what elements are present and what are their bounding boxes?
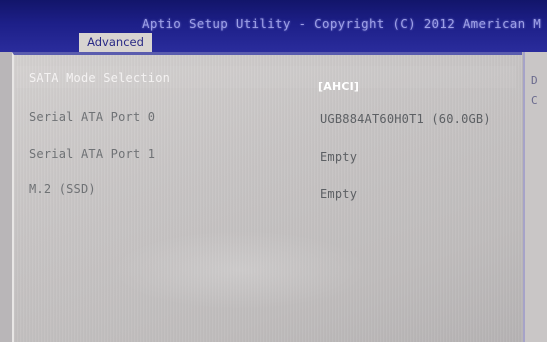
help-text-fragment: D (531, 74, 538, 87)
setting-value-sata-port-1: Empty (320, 150, 358, 164)
setting-label-m2-ssd: M.2 (SSD) (29, 182, 96, 196)
setting-label-sata-mode: SATA Mode Selection (29, 71, 171, 85)
window-title: Aptio Setup Utility - Copyright (C) 2012… (142, 16, 542, 31)
bios-screen: Aptio Setup Utility - Copyright (C) 2012… (0, 0, 547, 342)
setting-label-sata-port-0: Serial ATA Port 0 (29, 110, 156, 124)
title-bar: Aptio Setup Utility - Copyright (C) 2012… (0, 0, 547, 52)
settings-panel (12, 52, 522, 342)
setting-value-m2-ssd: Empty (320, 187, 358, 201)
help-text-fragment: C (531, 94, 538, 107)
setting-value-sata-mode[interactable]: [AHCI] (318, 80, 359, 93)
setting-value-sata-port-0: UGB884AT60H0T1 (60.0GB) (320, 112, 491, 126)
setting-label-sata-port-1: Serial ATA Port 1 (29, 147, 156, 161)
help-panel: D C (523, 52, 547, 342)
tab-advanced[interactable]: Advanced (79, 33, 152, 52)
